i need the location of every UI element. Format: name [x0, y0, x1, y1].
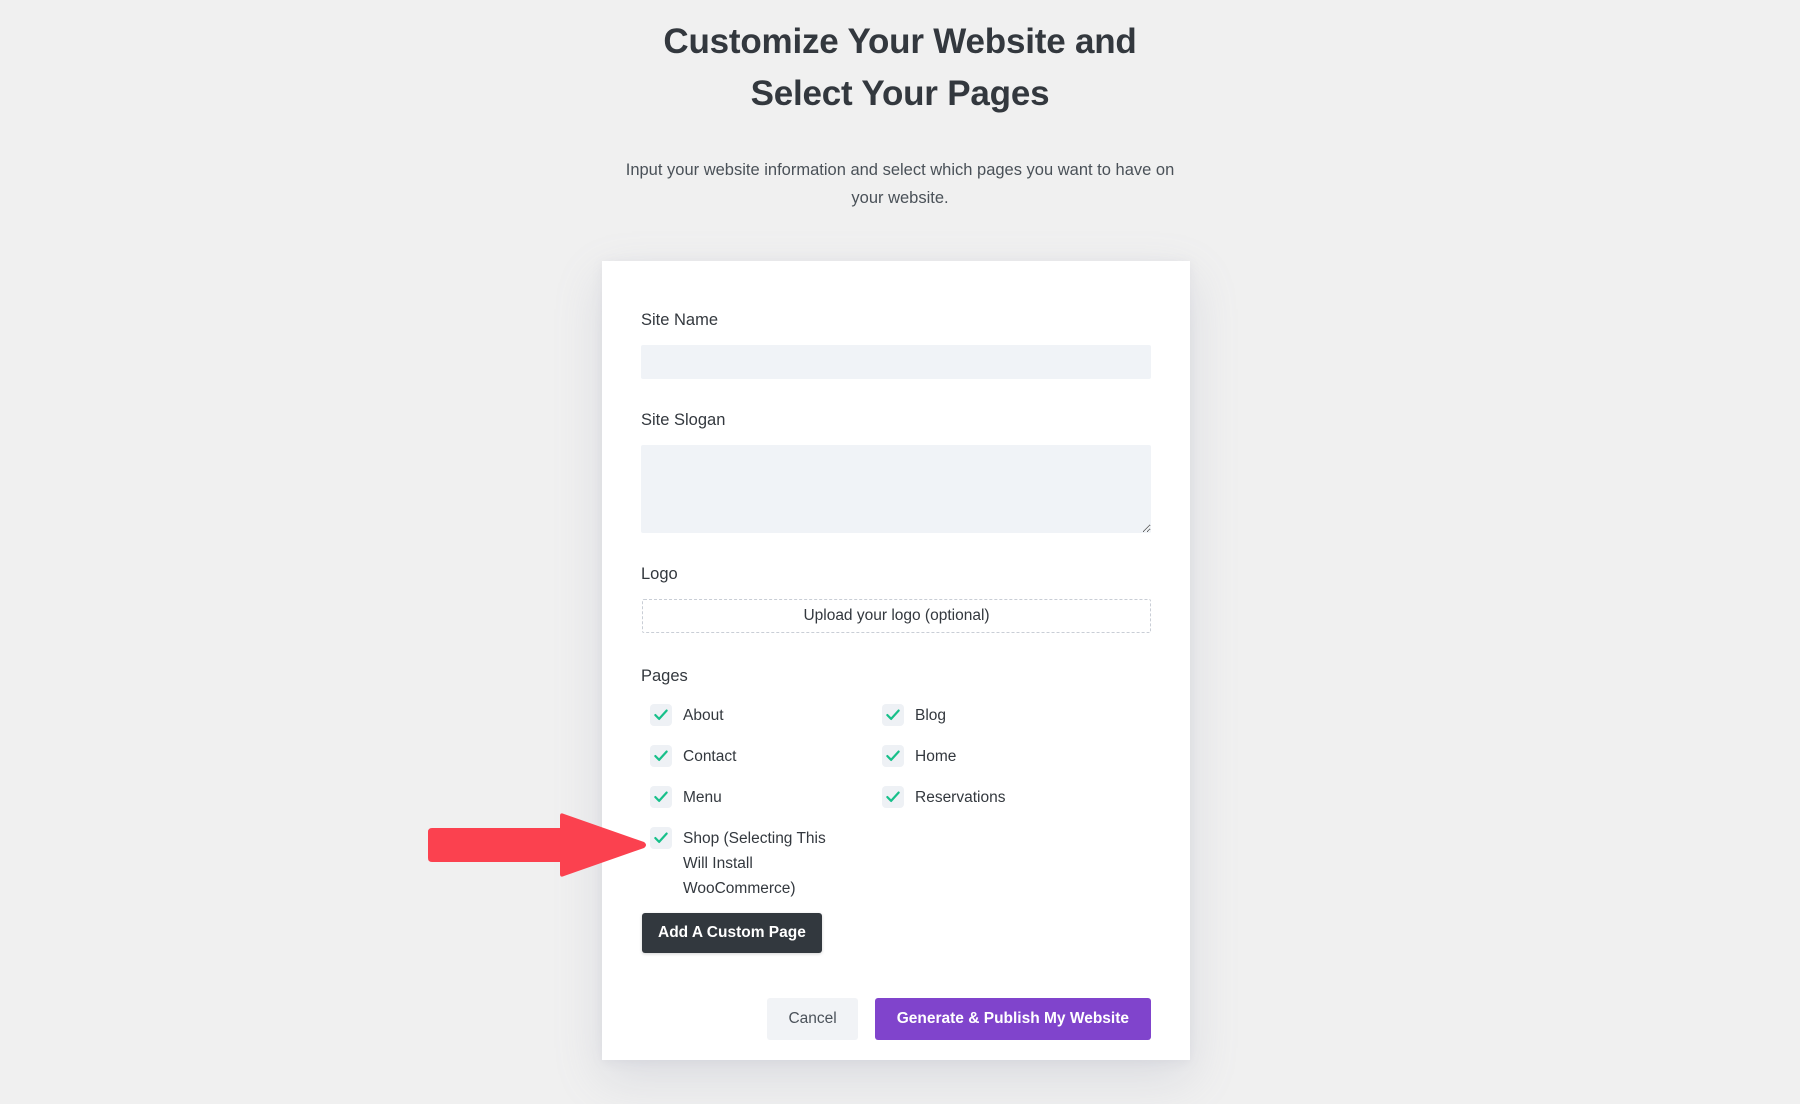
checkmark-icon[interactable] — [650, 704, 672, 726]
customization-card-wrapper: Site Name Site Slogan Logo Upload your l… — [602, 261, 1190, 1060]
checkmark-icon[interactable] — [882, 704, 904, 726]
site-slogan-textarea[interactable] — [641, 445, 1151, 533]
logo-label: Logo — [641, 565, 678, 583]
page-option-blog[interactable]: Blog — [873, 703, 1151, 744]
page-option-label: About — [683, 707, 724, 724]
pages-field-group: Pages About Blog Contact Home Menu Reser… — [641, 665, 1151, 901]
site-slogan-field-group: Site Slogan — [641, 409, 1151, 533]
generate-publish-button[interactable]: Generate & Publish My Website — [874, 998, 1151, 1040]
add-custom-page-row: Add A Custom Page — [641, 901, 1151, 953]
checkmark-icon[interactable] — [882, 745, 904, 767]
site-name-field-group: Site Name — [641, 309, 1151, 379]
page-option-label: Menu — [683, 789, 722, 806]
page-option-menu[interactable]: Menu — [641, 785, 873, 826]
customization-form-card: Site Name Site Slogan Logo Upload your l… — [602, 261, 1190, 1060]
checkmark-icon[interactable] — [650, 827, 672, 849]
site-name-label: Site Name — [641, 311, 719, 329]
page-option-home[interactable]: Home — [873, 744, 1151, 785]
page-header: Customize Your Website and Select Your P… — [620, 0, 1180, 212]
site-slogan-label: Site Slogan — [641, 411, 726, 429]
page-option-label: Shop (Selecting This Will Install WooCom… — [683, 830, 826, 897]
page-option-reservations[interactable]: Reservations — [873, 785, 1151, 826]
cancel-button[interactable]: Cancel — [767, 998, 858, 1040]
logo-upload-dropzone[interactable]: Upload your logo (optional) — [642, 599, 1151, 633]
page-option-about[interactable]: About — [641, 703, 873, 744]
checkmark-icon[interactable] — [650, 786, 672, 808]
page-option-contact[interactable]: Contact — [641, 744, 873, 785]
page-option-label: Home — [915, 748, 957, 765]
page-option-label: Contact — [683, 748, 737, 765]
page-option-shop[interactable]: Shop (Selecting This Will Install WooCom… — [641, 826, 873, 901]
site-name-input[interactable] — [641, 345, 1151, 379]
logo-upload-label: Upload your logo (optional) — [803, 607, 990, 624]
form-body: Site Name Site Slogan Logo Upload your l… — [602, 261, 1190, 953]
page-option-label: Blog — [915, 707, 947, 724]
form-footer-actions: Cancel Generate & Publish My Website — [602, 953, 1190, 1040]
checkmark-icon[interactable] — [650, 745, 672, 767]
pages-checkbox-grid: About Blog Contact Home Menu Reservation… — [641, 703, 1151, 901]
checkmark-icon[interactable] — [882, 786, 904, 808]
pages-label: Pages — [641, 667, 688, 685]
page-option-label: Reservations — [915, 789, 1006, 806]
add-custom-page-button[interactable]: Add A Custom Page — [642, 913, 822, 953]
page-subtitle: Input your website information and selec… — [625, 161, 1175, 207]
page-title: Customize Your Website and Select Your P… — [663, 22, 1137, 113]
logo-field-group: Logo Upload your logo (optional) — [641, 563, 1151, 633]
